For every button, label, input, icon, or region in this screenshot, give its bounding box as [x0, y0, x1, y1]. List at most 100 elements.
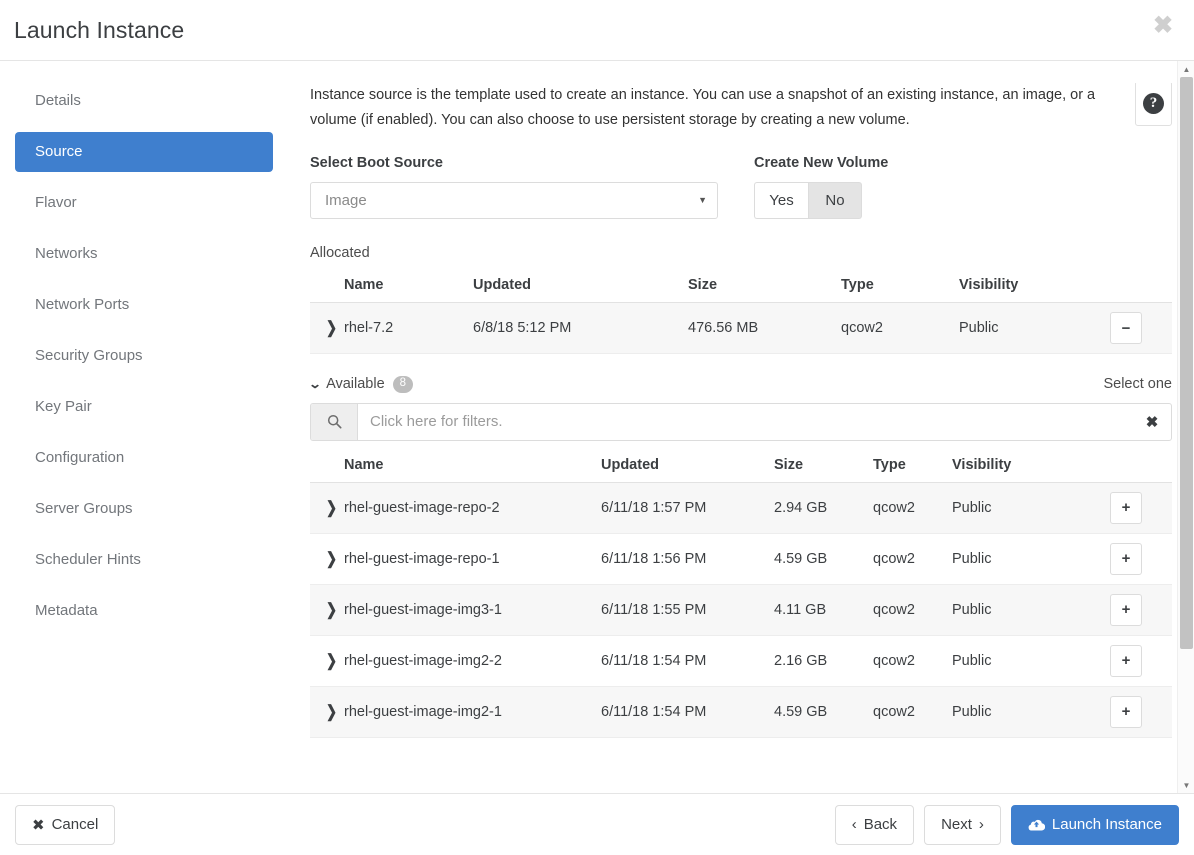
clear-filter-icon[interactable]: ✖ — [1133, 404, 1171, 440]
available-row-expand-cell: ❯ — [310, 584, 344, 636]
table-row[interactable]: ❯ rhel-guest-image-repo-1 6/11/18 1:56 P… — [310, 533, 1172, 585]
allocated-col-size[interactable]: Size — [688, 269, 841, 303]
chevron-right-icon[interactable]: ❯ — [326, 651, 337, 671]
create-volume-yes-button[interactable]: Yes — [754, 182, 808, 219]
chevron-down-icon[interactable]: ⌄ — [310, 377, 322, 391]
modal-body: Details Source Flavor Networks Network P… — [0, 61, 1194, 793]
chevron-down-icon: ▼ — [698, 195, 707, 205]
allocated-cell-visibility: Public — [959, 302, 1110, 354]
scrollbar-thumb[interactable] — [1180, 77, 1193, 649]
launch-instance-button[interactable]: Launch Instance — [1010, 804, 1179, 845]
allocated-col-updated[interactable]: Updated — [473, 269, 688, 303]
available-cell-size: 4.59 GB — [774, 533, 873, 585]
vertical-scrollbar[interactable]: ▲ ▼ — [1177, 61, 1194, 793]
allocated-cell-updated: 6/8/18 5:12 PM — [473, 302, 688, 354]
available-col-name[interactable]: Name — [344, 448, 601, 483]
available-cell-action: + — [1110, 533, 1172, 585]
allocated-col-name[interactable]: Name — [344, 269, 473, 303]
sidebar-item-key-pair[interactable]: Key Pair — [15, 387, 273, 427]
available-cell-size: 4.59 GB — [774, 686, 873, 738]
available-cell-size: 4.11 GB — [774, 584, 873, 636]
sidebar-item-scheduler-hints[interactable]: Scheduler Hints — [15, 540, 273, 580]
close-icon[interactable]: ✖ — [1150, 13, 1176, 39]
available-cell-visibility: Public — [952, 686, 1110, 738]
available-cell-type: qcow2 — [873, 686, 952, 738]
cancel-button[interactable]: ✖ Cancel — [15, 804, 116, 845]
scroll-down-icon[interactable]: ▼ — [1178, 777, 1194, 793]
available-cell-action: + — [1110, 686, 1172, 738]
back-button[interactable]: ‹ Back — [834, 804, 915, 845]
available-cell-type: qcow2 — [873, 482, 952, 534]
create-volume-toggle: Yes No — [754, 182, 888, 219]
allocated-col-type[interactable]: Type — [841, 269, 959, 303]
table-row[interactable]: ❯ rhel-guest-image-img3-1 6/11/18 1:55 P… — [310, 584, 1172, 636]
filter-bar: ✖ — [310, 402, 1172, 441]
select-one-hint: Select one — [1103, 376, 1172, 393]
table-row[interactable]: ❯ rhel-7.2 6/8/18 5:12 PM 476.56 MB qcow… — [310, 302, 1172, 354]
help-button[interactable]: ? — [1135, 83, 1172, 126]
intro-row: Instance source is the template used to … — [310, 83, 1172, 133]
allocated-col-visibility[interactable]: Visibility — [959, 269, 1110, 303]
available-bar: ⌄ Available 8 Select one — [310, 376, 1172, 393]
chevron-left-icon: ‹ — [851, 816, 857, 833]
filter-input[interactable] — [358, 403, 1133, 440]
allocate-button[interactable]: + — [1110, 695, 1142, 728]
allocate-button[interactable]: + — [1110, 491, 1142, 524]
available-cell-type: qcow2 — [873, 533, 952, 585]
available-cell-name: rhel-guest-image-img2-2 — [344, 635, 601, 687]
next-button[interactable]: Next › — [924, 804, 1001, 845]
boot-source-label: Select Boot Source — [310, 155, 443, 171]
available-cell-name: rhel-guest-image-repo-1 — [344, 533, 601, 585]
available-col-updated[interactable]: Updated — [601, 448, 774, 483]
boot-source-value: Image — [325, 192, 367, 209]
sidebar-item-metadata[interactable]: Metadata — [15, 591, 273, 631]
available-col-size[interactable]: Size — [774, 448, 873, 483]
allocated-row-expand-cell: ❯ — [310, 302, 344, 354]
available-cell-visibility: Public — [952, 482, 1110, 534]
available-cell-type: qcow2 — [873, 635, 952, 687]
available-cell-updated: 6/11/18 1:55 PM — [601, 584, 774, 636]
chevron-right-icon[interactable]: ❯ — [326, 549, 337, 569]
back-button-label: Back — [863, 816, 898, 833]
table-row[interactable]: ❯ rhel-guest-image-img2-2 6/11/18 1:54 P… — [310, 635, 1172, 687]
available-cell-action: + — [1110, 482, 1172, 534]
allocate-button[interactable]: + — [1110, 644, 1142, 677]
table-row[interactable]: ❯ rhel-guest-image-repo-2 6/11/18 1:57 P… — [310, 482, 1172, 534]
boot-source-select[interactable]: Image ▼ — [310, 182, 718, 219]
search-icon[interactable] — [311, 403, 358, 440]
create-volume-group: Create New Volume Yes No — [754, 155, 888, 219]
available-cell-action: + — [1110, 584, 1172, 636]
sidebar-item-security-groups[interactable]: Security Groups — [15, 336, 273, 376]
sidebar-item-networks[interactable]: Networks — [15, 234, 273, 274]
allocated-table: Name Updated Size Type Visibility ❯ rhel… — [310, 269, 1172, 354]
available-count-badge: 8 — [392, 376, 414, 393]
create-volume-no-button[interactable]: No — [808, 182, 862, 219]
table-row[interactable]: ❯ rhel-guest-image-img2-1 6/11/18 1:54 P… — [310, 686, 1172, 738]
chevron-right-icon[interactable]: ❯ — [326, 498, 337, 518]
sidebar-item-flavor[interactable]: Flavor — [15, 183, 273, 223]
available-col-visibility[interactable]: Visibility — [952, 448, 1110, 483]
chevron-right-icon: › — [978, 816, 984, 833]
modal-footer: ✖ Cancel ‹ Back Next › Launch Instance — [0, 793, 1194, 855]
sidebar-item-source[interactable]: Source — [15, 132, 273, 172]
chevron-right-icon[interactable]: ❯ — [326, 600, 337, 620]
available-cell-updated: 6/11/18 1:54 PM — [601, 686, 774, 738]
deallocate-button[interactable]: − — [1110, 312, 1142, 344]
available-cell-size: 2.94 GB — [774, 482, 873, 534]
sidebar-item-network-ports[interactable]: Network Ports — [15, 285, 273, 325]
scroll-up-icon[interactable]: ▲ — [1178, 61, 1194, 77]
allocate-button[interactable]: + — [1110, 542, 1142, 575]
available-row-expand-cell: ❯ — [310, 686, 344, 738]
sidebar-item-details[interactable]: Details — [15, 81, 273, 121]
available-row-expand-cell: ❯ — [310, 635, 344, 687]
chevron-right-icon[interactable]: ❯ — [326, 702, 337, 722]
allocate-button[interactable]: + — [1110, 593, 1142, 626]
boot-source-group: Select Boot Source Image ▼ — [310, 155, 718, 219]
available-col-type[interactable]: Type — [873, 448, 952, 483]
available-cell-name: rhel-guest-image-repo-2 — [344, 482, 601, 534]
available-table: Name Updated Size Type Visibility ❯ rhel… — [310, 448, 1172, 738]
chevron-right-icon[interactable]: ❯ — [326, 318, 337, 338]
sidebar-item-server-groups[interactable]: Server Groups — [15, 489, 273, 529]
sidebar-item-configuration[interactable]: Configuration — [15, 438, 273, 478]
wizard-sidebar: Details Source Flavor Networks Network P… — [0, 61, 297, 793]
